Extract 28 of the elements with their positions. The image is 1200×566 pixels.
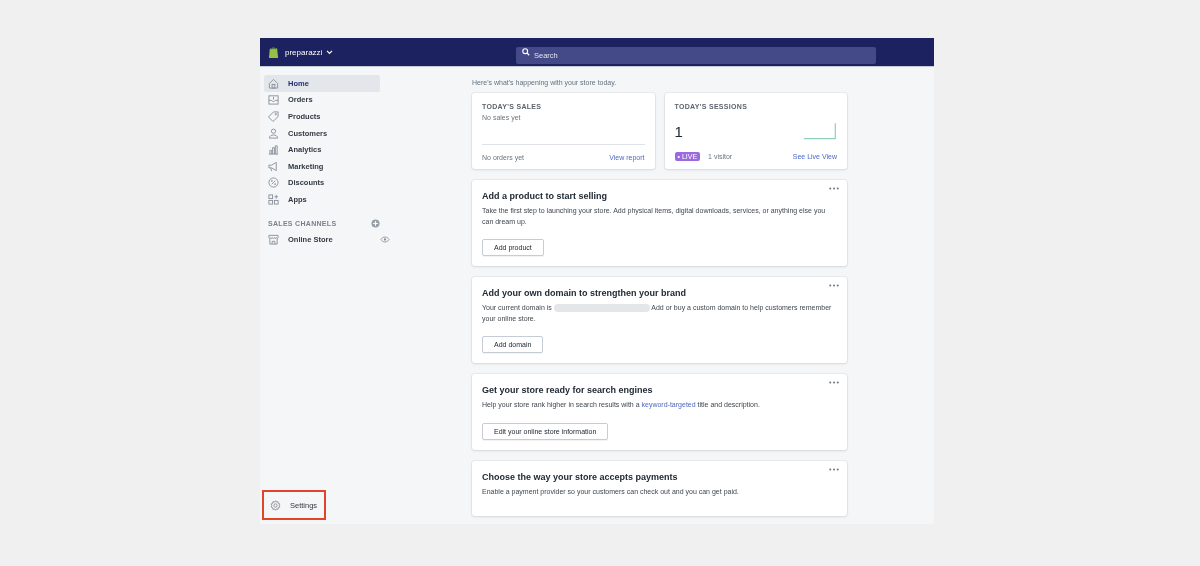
storefront-icon [268, 233, 279, 245]
store-switcher[interactable]: preparazzi [285, 47, 334, 57]
inbox-icon [268, 94, 279, 106]
add-circle-icon[interactable] [371, 218, 380, 228]
ellipsis-icon [829, 187, 839, 190]
card-title: Get your store ready for search engines [482, 385, 654, 395]
tag-icon [268, 111, 279, 122]
bar-chart-icon [268, 144, 279, 156]
more-options-button[interactable] [829, 466, 839, 471]
more-options-button[interactable] [829, 380, 839, 384]
chevron-down-icon [326, 49, 334, 55]
card-title: Add your own domain to strengthen your brand [482, 288, 687, 298]
card-title: Choose the way your store accepts payments [482, 471, 679, 482]
percent-icon [268, 177, 279, 189]
megaphone-icon [268, 160, 279, 172]
session-count: 1 [674, 122, 683, 140]
ellipsis-icon [829, 284, 839, 287]
more-options-button[interactable] [829, 283, 839, 287]
grid-icon [268, 193, 279, 205]
person-icon [268, 127, 279, 139]
shopping-bag-icon [268, 45, 279, 59]
sparkline-chart [803, 122, 837, 140]
house-icon [268, 77, 279, 89]
more-options-button[interactable] [829, 186, 839, 190]
settings-icon [270, 499, 281, 511]
ellipsis-icon [829, 467, 839, 471]
card-title: Add a product to start selling [482, 191, 608, 201]
ellipsis-icon [829, 381, 839, 384]
